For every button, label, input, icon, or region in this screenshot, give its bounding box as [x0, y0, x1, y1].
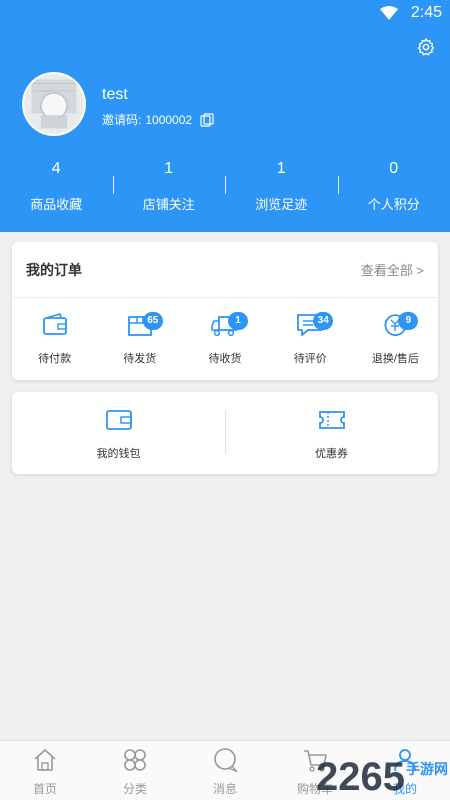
order-pending-receipt[interactable]: 1 待收货	[182, 312, 267, 366]
tab-mine[interactable]: 我的	[360, 741, 450, 800]
coupon-icon	[318, 411, 345, 429]
bottom-tab-bar: 首页 分类 消息 购物车 我的	[0, 740, 450, 800]
order-label: 退换/售后	[371, 353, 419, 365]
order-status-row: 待付款 65 待发货 1 待收货 34 待评价 9 退换/售后	[12, 298, 438, 366]
order-refund-aftersale[interactable]: 9 退换/售后	[353, 312, 438, 366]
tab-label: 我的	[392, 782, 417, 796]
order-label: 待评价	[293, 353, 327, 365]
category-icon	[124, 749, 146, 771]
order-pending-review[interactable]: 34 待评价	[268, 312, 353, 366]
wallet-icon	[42, 313, 67, 335]
message-icon	[214, 748, 239, 773]
tab-label: 消息	[212, 782, 237, 796]
order-pending-payment[interactable]: 待付款	[12, 312, 97, 366]
wallet-card: 我的钱包 优惠券	[12, 392, 438, 474]
badge-count: 1	[228, 312, 248, 330]
wallet-label: 我的钱包	[96, 448, 141, 460]
my-wallet-entry[interactable]: 我的钱包	[12, 392, 225, 474]
order-pending-shipment[interactable]: 65 待发货	[97, 312, 182, 366]
invite-code-value: 1000002	[145, 112, 193, 127]
stat-history[interactable]: 1 浏览足迹	[225, 158, 338, 218]
orders-card: 我的订单 查看全部 > 待付款 65 待发货 1 待收货 34 待评价 9 退换…	[12, 242, 438, 380]
home-icon	[34, 749, 56, 771]
wallet-label: 优惠券	[315, 448, 348, 460]
status-time: 2:45	[410, 4, 442, 21]
username: test	[102, 86, 128, 103]
orders-title: 我的订单	[26, 261, 82, 278]
stat-value: 1	[164, 160, 174, 177]
avatar[interactable]	[22, 72, 86, 136]
invite-code-row: 邀请码: 1000002	[102, 111, 214, 128]
tab-cart[interactable]: 购物车	[270, 741, 360, 800]
cart-icon	[304, 750, 327, 772]
wallet-icon	[105, 410, 132, 430]
tab-category[interactable]: 分类	[90, 741, 180, 800]
orders-card-header: 我的订单 查看全部 >	[12, 242, 438, 298]
stat-value: 4	[51, 160, 61, 177]
tab-messages[interactable]: 消息	[180, 741, 270, 800]
profile-header: 2:45 test 邀请码: 1000002 4 商品收藏 1 店铺关注 1 浏…	[0, 0, 450, 232]
order-label: 待发货	[123, 353, 157, 365]
copy-icon[interactable]	[200, 112, 214, 127]
badge-count: 65	[142, 312, 163, 330]
stats-row: 4 商品收藏 1 店铺关注 1 浏览足迹 0 个人积分	[0, 158, 450, 218]
tab-home[interactable]: 首页	[0, 741, 90, 800]
stat-value: 1	[276, 160, 286, 177]
invite-code-label: 邀请码:	[102, 113, 142, 127]
order-label: 待收货	[208, 353, 242, 365]
stat-label: 店铺关注	[142, 197, 195, 212]
badge-count: 9	[398, 312, 419, 330]
badge-count: 34	[313, 312, 334, 330]
tab-label: 分类	[122, 782, 147, 796]
stat-favorites[interactable]: 4 商品收藏	[0, 158, 113, 218]
stat-label: 个人积分	[367, 197, 420, 212]
tab-label: 购物车	[296, 782, 333, 796]
stat-points[interactable]: 0 个人积分	[337, 158, 450, 218]
avatar-image-icon	[24, 74, 84, 134]
wifi-icon	[380, 6, 398, 20]
coupons-entry[interactable]: 优惠券	[225, 392, 438, 474]
settings-gear-icon[interactable]	[416, 37, 436, 57]
stat-label: 浏览足迹	[255, 197, 308, 212]
stat-label: 商品收藏	[30, 197, 83, 212]
status-bar: 2:45	[0, 0, 450, 26]
user-icon	[394, 749, 416, 772]
view-all-orders-link[interactable]: 查看全部 >	[361, 260, 424, 279]
stat-shop-follows[interactable]: 1 店铺关注	[112, 158, 226, 218]
stat-value: 0	[389, 160, 399, 177]
tab-label: 首页	[32, 782, 57, 796]
order-label: 待付款	[38, 353, 72, 365]
